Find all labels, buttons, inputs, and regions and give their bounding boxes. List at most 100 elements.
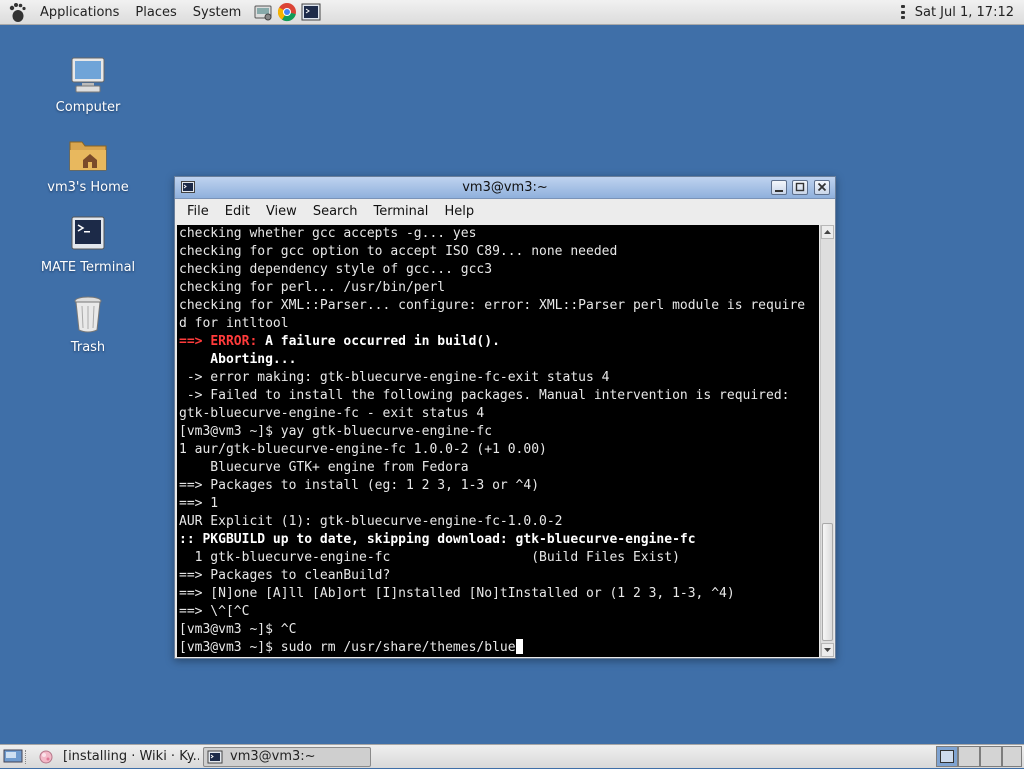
terminal-text-segment: :: PKGBUILD up to date, skipping downloa… — [179, 532, 696, 547]
desktop-icon-label: Trash — [70, 340, 106, 355]
browser-task-icon — [38, 749, 54, 765]
terminal-line: [vm3@vm3 ~]$ ^C — [179, 621, 819, 639]
terminal-text: checking whether gcc accepts -g... yes ch… — [177, 225, 819, 657]
taskbar-item-label: [installing · Wiki · Ky... — [63, 749, 200, 764]
terminal-text-segment: ==> Packages to cleanBuild? — [179, 568, 391, 583]
window-titlebar[interactable]: vm3@vm3:~ — [175, 177, 835, 199]
terminal-text-segment: ==> [N]one [A]ll [Ab]ort [I]nstalled [No… — [179, 586, 735, 601]
terminal-text-segment: ==> \^[^C — [179, 604, 250, 619]
menu-search[interactable]: Search — [305, 199, 366, 225]
places-menu[interactable]: Places — [127, 0, 184, 25]
workspace-4[interactable] — [1002, 746, 1022, 767]
terminal-launcher-icon[interactable] — [301, 2, 321, 22]
desktop-icon-trash[interactable]: Trash — [33, 292, 143, 355]
terminal-line: ==> \^[^C — [179, 603, 819, 621]
bottom-panel: [installing · Wiki · Ky... vm3@vm3:~ — [0, 744, 1024, 768]
close-icon — [817, 182, 827, 192]
terminal-line: [vm3@vm3 ~]$ yay gtk-bluecurve-engine-fc — [179, 423, 819, 441]
menu-edit[interactable]: Edit — [217, 199, 258, 225]
terminal-text-segment: [vm3@vm3 ~]$ yay gtk-bluecurve-engine-fc — [179, 424, 493, 439]
terminal-text-segment: -> Failed to install the following packa… — [179, 388, 790, 403]
taskbar-item-terminal[interactable]: vm3@vm3:~ — [203, 747, 371, 767]
terminal-text-segment: checking dependency style of gcc... gcc3 — [179, 262, 493, 277]
terminal-line: d for intltool — [179, 315, 819, 333]
desktop-icon-label: Computer — [55, 100, 121, 115]
maximize-button[interactable] — [792, 180, 808, 195]
desktop-icon-label: vm3's Home — [47, 180, 129, 195]
terminal-text-segment: ==> — [179, 334, 211, 349]
terminal-line: ==> 1 — [179, 495, 819, 513]
menu-terminal[interactable]: Terminal — [365, 199, 436, 225]
arrow-down-icon — [824, 648, 831, 652]
workspace-3[interactable] — [980, 746, 1002, 767]
terminal-line: gtk-bluecurve-engine-fc - exit status 4 — [179, 405, 819, 423]
gnome-foot-icon[interactable] — [6, 1, 28, 23]
scroll-up-button[interactable] — [821, 225, 834, 239]
desktop-icon-computer[interactable]: Computer — [33, 52, 143, 115]
terminal-line: :: PKGBUILD up to date, skipping downloa… — [179, 531, 819, 549]
terminal-text-segment: AUR Explicit (1): gtk-bluecurve-engine-f… — [179, 514, 563, 529]
scroll-down-button[interactable] — [821, 643, 834, 657]
taskbar-item-browser[interactable]: [installing · Wiki · Ky... — [34, 747, 200, 767]
terminal-text-segment: 1 gtk-bluecurve-engine-fc (Build Files E… — [179, 550, 680, 565]
panel-separator — [25, 750, 29, 764]
chrome-icon[interactable] — [277, 2, 297, 22]
terminal-output[interactable]: checking whether gcc accepts -g... yes ch… — [177, 225, 819, 657]
terminal-line: ==> Packages to install (eg: 1 2 3, 1-3 … — [179, 477, 819, 495]
terminal-text-segment: d for intltool — [179, 316, 289, 331]
terminal-window[interactable]: vm3@vm3:~ File Edit View Search Terminal… — [174, 176, 836, 659]
terminal-text-segment: [vm3@vm3 ~]$ sudo rm /usr/share/themes/b… — [179, 640, 516, 655]
applications-menu[interactable]: Applications — [32, 0, 127, 25]
computer-icon — [66, 52, 110, 96]
panel-handle-icon — [900, 5, 905, 19]
minimize-icon — [775, 190, 783, 192]
menu-file[interactable]: File — [179, 199, 217, 225]
terminal-text-segment: checking for perl... /usr/bin/perl — [179, 280, 446, 295]
terminal-text-segment: gtk-bluecurve-engine-fc - exit status 4 — [179, 406, 485, 421]
trash-icon — [66, 292, 110, 336]
terminal-text-segment: ==> Packages to install (eg: 1 2 3, 1-3 … — [179, 478, 540, 493]
maximize-icon — [795, 182, 805, 192]
terminal-text-segment: ==> 1 — [179, 496, 219, 511]
home-folder-icon — [66, 132, 110, 176]
terminal-icon — [66, 212, 110, 256]
terminal-text-segment: ERROR: — [210, 334, 258, 349]
menu-help[interactable]: Help — [436, 199, 482, 225]
terminal-line: [vm3@vm3 ~]$ sudo rm /usr/share/themes/b… — [179, 639, 819, 657]
desktop-icon-home[interactable]: vm3's Home — [33, 132, 143, 195]
terminal-line: checking for XML::Parser... configure: e… — [179, 297, 819, 315]
workspace-2[interactable] — [958, 746, 980, 767]
terminal-line: ==> ERROR: A failure occurred in build()… — [179, 333, 819, 351]
window-title: vm3@vm3:~ — [462, 180, 548, 195]
desktop-icon-mate-terminal[interactable]: MATE Terminal — [33, 212, 143, 275]
system-menu[interactable]: System — [185, 0, 249, 25]
terminal-text-segment: [vm3@vm3 ~]$ ^C — [179, 622, 297, 637]
terminal-text-segment: checking for XML::Parser... configure: e… — [179, 298, 806, 313]
terminal-line: ==> Packages to cleanBuild? — [179, 567, 819, 585]
clock[interactable]: Sat Jul 1, 17:12 — [909, 5, 1024, 20]
terminal-line: checking dependency style of gcc... gcc3 — [179, 261, 819, 279]
minimize-button[interactable] — [771, 180, 787, 195]
terminal-text-segment: A failure occurred in build(). — [257, 334, 500, 349]
top-panel: Applications Places System Sat Jul 1, 17… — [0, 0, 1024, 25]
terminal-line: AUR Explicit (1): gtk-bluecurve-engine-f… — [179, 513, 819, 531]
show-desktop-icon[interactable] — [3, 747, 23, 765]
terminal-text-segment: 1 aur/gtk-bluecurve-engine-fc 1.0.0-2 (+… — [179, 442, 547, 457]
terminal-line: 1 aur/gtk-bluecurve-engine-fc 1.0.0-2 (+… — [179, 441, 819, 459]
system-tools-icon[interactable] — [253, 2, 273, 22]
terminal-line: checking for perl... /usr/bin/perl — [179, 279, 819, 297]
terminal-text-segment: Aborting... — [179, 352, 297, 367]
terminal-text-segment: checking whether gcc accepts -g... yes — [179, 226, 477, 241]
terminal-scrollbar[interactable] — [820, 225, 834, 657]
workspace-1[interactable] — [936, 746, 958, 767]
arrow-up-icon — [824, 230, 831, 234]
terminal-line: checking for gcc option to accept ISO C8… — [179, 243, 819, 261]
terminal-text-segment: Bluecurve GTK+ engine from Fedora — [179, 460, 469, 475]
window-menubar: File Edit View Search Terminal Help — [175, 199, 835, 225]
menu-view[interactable]: View — [258, 199, 305, 225]
taskbar-item-label: vm3@vm3:~ — [230, 749, 316, 764]
scroll-thumb[interactable] — [822, 523, 833, 641]
terminal-line: Aborting... — [179, 351, 819, 369]
desktop-icon-label: MATE Terminal — [40, 260, 136, 275]
close-button[interactable] — [814, 180, 830, 195]
